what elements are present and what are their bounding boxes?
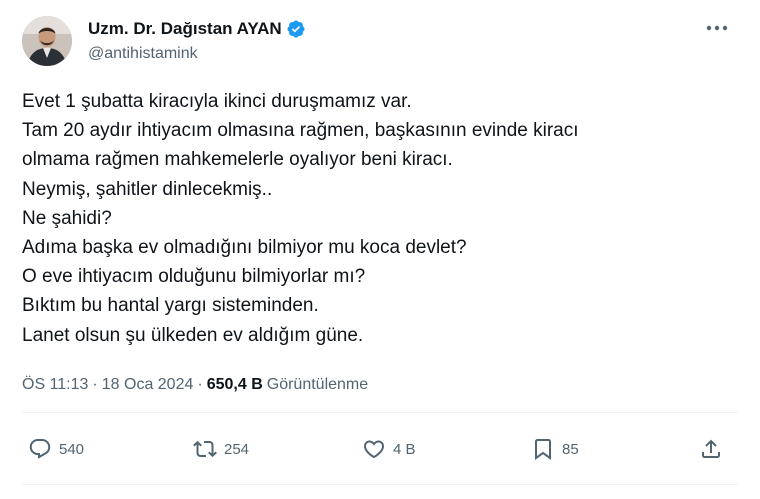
tweet-meta: ÖS 11:13 · 18 Oca 2024 · 650,4 B Görüntü… xyxy=(22,376,368,394)
avatar[interactable] xyxy=(22,16,72,66)
tweet-line: O eve ihtiyacım olduğunu bilmiyorlar mı? xyxy=(22,266,366,288)
author-display-name[interactable]: Uzm. Dr. Dağıstan AYAN xyxy=(88,19,282,39)
views-label: Görüntülenme xyxy=(266,376,369,393)
tweet-line: olmama rağmen mahkemelerle oyalıyor beni… xyxy=(22,149,453,171)
like-button[interactable]: 4 B xyxy=(362,432,416,466)
meta-separator: · xyxy=(92,376,98,393)
author-handle[interactable]: @antihistamink xyxy=(88,45,198,63)
tweet-time[interactable]: ÖS 11:13 xyxy=(22,376,88,394)
like-icon xyxy=(362,437,386,461)
meta-separator: · xyxy=(197,376,203,393)
tweet-line: Adıma başka ev olmadığını bilmiyor mu ko… xyxy=(22,237,467,259)
tweet-line: Lanet olsun şu ülkeden ev aldığım güne. xyxy=(22,324,364,346)
author-name-row: Uzm. Dr. Dağıstan AYAN xyxy=(88,19,306,39)
tweet-line: Bıktım bu hantal yargı sisteminden. xyxy=(22,295,319,317)
reply-icon xyxy=(28,437,52,461)
bookmark-count: 85 xyxy=(562,440,579,458)
tweet-line: Ne şahidi? xyxy=(22,207,112,229)
reply-count: 540 xyxy=(59,440,85,458)
verified-icon xyxy=(286,19,306,39)
tweet-line: Neymiş, şahitler dinlecekmiş.. xyxy=(22,178,273,200)
tweet-line: Evet 1 şubatta kiracıyla ikinci duruşmam… xyxy=(22,91,412,112)
views-count[interactable]: 650,4 B xyxy=(207,376,263,394)
more-icon[interactable] xyxy=(706,20,728,36)
like-count: 4 B xyxy=(393,440,416,458)
repost-button[interactable]: 254 xyxy=(193,432,249,466)
tweet-card: Uzm. Dr. Dağıstan AYAN @antihistamink Ev… xyxy=(0,0,760,499)
tweet-text: Evet 1 şubatta kiracıyla ikinci duruşmam… xyxy=(22,87,722,350)
action-bar: 540 254 4 B 85 xyxy=(0,432,760,466)
share-icon xyxy=(699,437,723,461)
tweet-date[interactable]: 18 Oca 2024 xyxy=(102,376,194,394)
repost-count: 254 xyxy=(224,440,250,458)
bookmark-button[interactable]: 85 xyxy=(531,432,579,466)
divider xyxy=(22,412,738,413)
share-button[interactable] xyxy=(699,432,723,466)
bookmark-icon xyxy=(531,437,555,461)
tweet-line: Tam 20 aydır ihtiyacım olmasına rağmen, … xyxy=(22,120,579,142)
repost-icon xyxy=(193,437,217,461)
divider xyxy=(22,484,738,485)
reply-button[interactable]: 540 xyxy=(28,432,84,466)
